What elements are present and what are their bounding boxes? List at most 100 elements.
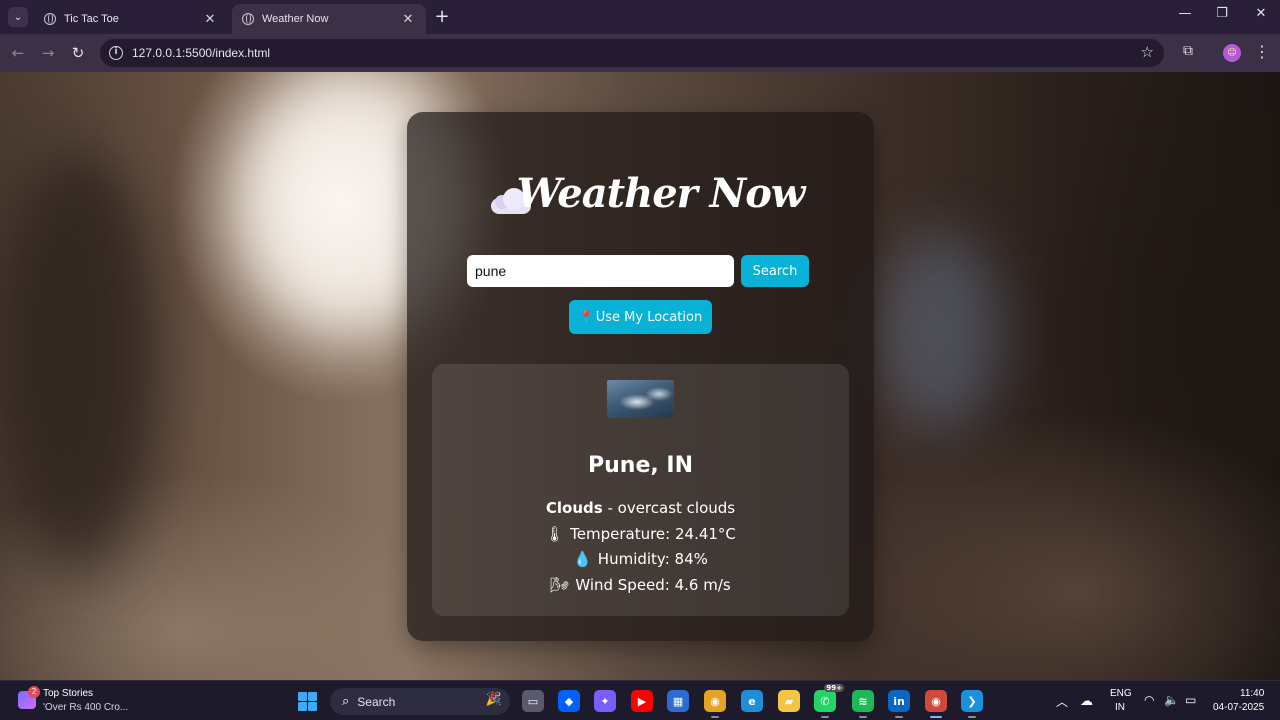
weather-card: Weather Now Search 📍Use My Location Pune…	[407, 112, 874, 641]
windows-taskbar: 2 Top Stories 'Over Rs 400 Cro... ⌕ Sear…	[0, 680, 1280, 720]
spotify-glyph: ≋	[858, 694, 868, 708]
weather-description: - overcast clouds	[602, 499, 736, 517]
wind-line: 🌬 Wind Speed: 4.6 m/s	[432, 576, 849, 594]
humidity-line: 💧 Humidity: 84%	[432, 550, 849, 568]
windows-start-icon[interactable]	[298, 692, 317, 711]
file-explorer-glyph: ▰	[784, 694, 794, 708]
pin-icon: 📍	[578, 310, 594, 324]
weather-condition: Clouds	[545, 499, 603, 517]
taskbar-app-chrome-active-icon[interactable]: ◉	[925, 690, 947, 718]
city-search-input[interactable]	[467, 255, 734, 287]
search-button[interactable]: Search	[741, 255, 809, 287]
running-indicator	[895, 716, 903, 718]
news-headline[interactable]: 'Over Rs 400 Cro...	[43, 702, 128, 713]
chrome-glyph: ◉	[710, 694, 720, 708]
bookmark-star-icon[interactable]: ☆	[1141, 43, 1154, 61]
chrome-active-glyph: ◉	[931, 694, 941, 708]
language-indicator-2[interactable]: IN	[1115, 702, 1125, 713]
taskbar-search-box[interactable]: ⌕ Search 🎉	[330, 688, 510, 715]
tab-search-menu-button[interactable]: ⌄	[8, 7, 28, 27]
taskbar-app-copilot-icon[interactable]: ✦	[594, 690, 616, 712]
taskbar-app-linkedin-icon[interactable]: in	[888, 690, 910, 718]
tab-weather-now[interactable]: Weather Now ✕	[232, 4, 426, 34]
taskbar-app-task-view-icon[interactable]: ▭	[522, 690, 544, 712]
back-button[interactable]: ←	[8, 43, 28, 63]
use-my-location-label: Use My Location	[595, 309, 703, 325]
globe-icon	[242, 13, 254, 25]
chevron-down-icon: ⌄	[13, 11, 23, 23]
profile-avatar[interactable]: ☺	[1223, 44, 1241, 62]
weather-tray-icon[interactable]: ☁	[1080, 693, 1093, 709]
news-count-badge: 2	[28, 686, 40, 698]
volume-icon[interactable]: 🔈	[1164, 693, 1179, 707]
taskbar-app-youtube-icon[interactable]: ▶	[631, 690, 653, 712]
humidity-value: Humidity: 84%	[597, 550, 708, 568]
wifi-icon[interactable]: ◠	[1144, 693, 1154, 707]
whatsapp-glyph: ✆	[820, 694, 830, 708]
search-icon: ⌕	[342, 694, 350, 709]
linkedin-glyph: in	[893, 694, 905, 708]
weather-result-panel: Pune, IN Clouds - overcast clouds 🌡 Tempe…	[432, 364, 849, 616]
use-my-location-button[interactable]: 📍 Use My Location	[569, 300, 712, 334]
temperature-value: Temperature: 24.41°C	[570, 525, 736, 543]
dropbox-glyph: ◆	[564, 694, 574, 708]
new-tab-button[interactable]: +	[432, 7, 452, 27]
extensions-icon[interactable]: ⧉	[1180, 43, 1196, 61]
temperature-line: 🌡 Temperature: 24.41°C	[432, 525, 849, 543]
reload-button[interactable]: ↻	[68, 43, 88, 63]
store-glyph: ▦	[672, 694, 684, 708]
thermometer-icon: 🌡	[545, 525, 565, 543]
news-title[interactable]: Top Stories	[43, 688, 93, 699]
droplet-icon: 💧	[573, 550, 592, 568]
close-icon[interactable]: ✕	[400, 11, 416, 27]
notification-badge: 99+	[824, 684, 844, 692]
tab-tic-tac-toe[interactable]: Tic Tac Toe ✕	[34, 4, 228, 34]
taskbar-app-dropbox-icon[interactable]: ◆	[558, 690, 580, 712]
vscode-glyph: ❯	[967, 694, 977, 708]
taskbar-app-edge-icon[interactable]: e	[741, 690, 763, 712]
show-hidden-icons-chevron-icon[interactable]: ︿	[1056, 693, 1068, 710]
running-indicator	[821, 716, 829, 718]
page-title: Weather Now	[516, 170, 806, 217]
page-viewport: Weather Now Search 📍Use My Location Pune…	[0, 72, 1280, 680]
background-blur-shadow	[0, 152, 160, 572]
tab-title: Tic Tac Toe	[64, 13, 119, 25]
taskbar-app-chrome-icon[interactable]: ◉	[704, 690, 726, 718]
city-name: Pune, IN	[588, 453, 693, 478]
address-bar[interactable]: i 127.0.0.1:5500/index.html ☆	[100, 39, 1164, 67]
close-icon[interactable]: ✕	[202, 11, 218, 27]
running-indicator	[930, 716, 942, 718]
weather-condition-image	[607, 380, 674, 418]
task-view-glyph: ▭	[527, 694, 539, 708]
browser-toolbar: ← → ↻ i 127.0.0.1:5500/index.html ☆ ⧉ ☺ …	[0, 34, 1280, 72]
taskbar-app-spotify-icon[interactable]: ≋	[852, 690, 874, 718]
browser-menu-icon[interactable]: ⋮	[1254, 42, 1270, 61]
forward-button[interactable]: →	[38, 43, 58, 63]
taskbar-search-label: Search	[357, 694, 396, 709]
running-indicator	[859, 716, 867, 718]
taskbar-app-vscode-icon[interactable]: ❯	[961, 690, 983, 718]
taskbar-app-file-explorer-icon[interactable]: ▰	[778, 690, 800, 712]
weather-condition-line: Clouds - overcast clouds	[432, 499, 849, 517]
url-text[interactable]: 127.0.0.1:5500/index.html	[132, 46, 270, 60]
edge-glyph: e	[748, 694, 756, 708]
tab-title: Weather Now	[262, 13, 329, 25]
running-indicator	[968, 716, 976, 718]
browser-tab-bar: ⌄ Tic Tac Toe ✕ Weather Now ✕ + — ❐ ✕	[0, 0, 1280, 34]
running-indicator	[711, 716, 719, 718]
globe-icon	[44, 13, 56, 25]
wind-icon: 🌬	[550, 576, 570, 594]
wind-value: Wind Speed: 4.6 m/s	[575, 576, 731, 594]
language-indicator-1[interactable]: ENG	[1110, 688, 1132, 699]
youtube-glyph: ▶	[637, 694, 647, 708]
site-info-icon[interactable]: i	[109, 46, 123, 60]
close-window-button[interactable]: ✕	[1246, 6, 1276, 21]
battery-icon[interactable]: ▭	[1185, 693, 1196, 707]
clock-date[interactable]: 04-07-2025	[1213, 702, 1264, 713]
minimize-button[interactable]: —	[1170, 6, 1200, 21]
taskbar-app-whatsapp-icon[interactable]: ✆ 99+	[814, 684, 844, 718]
taskbar-app-store-icon[interactable]: ▦	[667, 690, 689, 712]
maximize-button[interactable]: ❐	[1207, 6, 1237, 21]
clock-time[interactable]: 11:40	[1240, 688, 1264, 699]
copilot-glyph: ✦	[600, 694, 610, 708]
